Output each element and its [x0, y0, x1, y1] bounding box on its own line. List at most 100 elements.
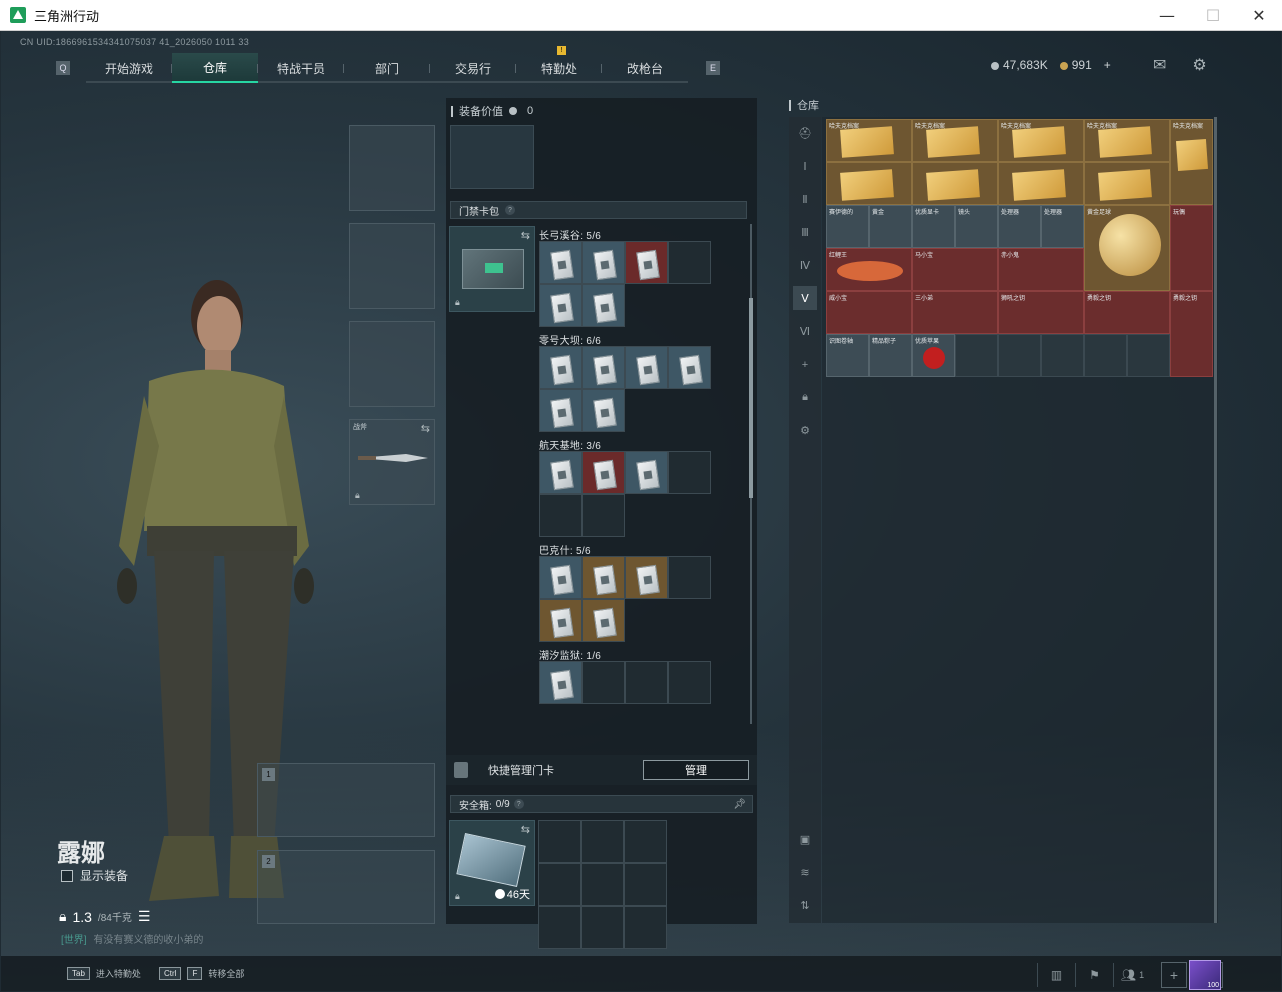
- safebox-cell[interactable]: [538, 906, 581, 949]
- keycard-slot[interactable]: [539, 346, 582, 389]
- helmet-slot[interactable]: [349, 125, 435, 211]
- safebox-slot[interactable]: ⇆ 🔒︎ 46天: [449, 820, 535, 906]
- stash-item[interactable]: [826, 162, 912, 205]
- keycard-slot[interactable]: [582, 284, 625, 327]
- close-button[interactable]: ✕: [1236, 0, 1282, 30]
- keycard-slot[interactable]: [539, 451, 582, 494]
- player-avatar[interactable]: 100: [1189, 960, 1221, 990]
- tab-trading[interactable]: 交易行: [430, 53, 516, 83]
- pin-icon[interactable]: 📌︎: [733, 799, 746, 810]
- nav-prev-key-icon[interactable]: Q: [56, 61, 70, 75]
- loadout-scroll-thumb[interactable]: [749, 298, 753, 498]
- safebox-cell[interactable]: [581, 863, 624, 906]
- minimize-button[interactable]: —: [1144, 0, 1190, 30]
- stash-tab-4-icon[interactable]: Ⅳ: [793, 253, 817, 277]
- keycard-slot[interactable]: [582, 599, 625, 642]
- stash-item[interactable]: 哈夫克档案: [826, 119, 912, 162]
- keycard-slot[interactable]: [625, 241, 668, 284]
- keycard-slot[interactable]: [625, 556, 668, 599]
- stash-item[interactable]: 处理器: [998, 205, 1041, 248]
- stash-tab-2-icon[interactable]: Ⅱ: [793, 187, 817, 211]
- tab-start-game[interactable]: 开始游戏: [86, 53, 172, 83]
- stash-item[interactable]: 哈夫克档案: [912, 119, 998, 162]
- keycard-slot[interactable]: [539, 284, 582, 327]
- stash-cell-empty[interactable]: [1127, 334, 1170, 377]
- stash-item[interactable]: 哈夫克档案: [998, 119, 1084, 162]
- stash-item[interactable]: [998, 162, 1084, 205]
- keycard-slot-empty[interactable]: [539, 494, 582, 537]
- primary-weapon-slot-1[interactable]: 1: [257, 763, 435, 837]
- stash-item[interactable]: 哈夫克档案: [1170, 119, 1213, 205]
- keycard-slot-empty[interactable]: [668, 661, 711, 704]
- safebox-cell[interactable]: [624, 906, 667, 949]
- primary-weapon-slot-2[interactable]: 2: [257, 850, 435, 924]
- keycard-slot[interactable]: [625, 346, 668, 389]
- stash-item[interactable]: 哈夫克档案: [1084, 119, 1170, 162]
- keycard-slot[interactable]: [582, 241, 625, 284]
- keycard-slot[interactable]: [539, 599, 582, 642]
- add-currency-button[interactable]: +: [1104, 58, 1111, 72]
- stash-item[interactable]: 三小弟: [912, 291, 998, 334]
- stash-item[interactable]: 威小宝: [826, 291, 912, 334]
- stash-tab-helmet-icon[interactable]: ⛑: [793, 121, 817, 145]
- help-icon[interactable]: ?: [513, 799, 524, 809]
- stash-item[interactable]: 镜头: [955, 205, 998, 248]
- keycard-slot-empty[interactable]: [582, 494, 625, 537]
- stash-item[interactable]: 赛伊德的: [826, 205, 869, 248]
- layers-icon[interactable]: ≋: [793, 860, 817, 884]
- safebox-cell[interactable]: [581, 820, 624, 863]
- melee-slot[interactable]: 战斧 ⇆ 🔒︎: [349, 419, 435, 505]
- safebox-cell[interactable]: [538, 820, 581, 863]
- hint-enter-special-ops[interactable]: Tab 进入特勤处: [67, 967, 141, 980]
- keycard-slot[interactable]: [582, 346, 625, 389]
- stash-settings-gear-icon[interactable]: ⚙: [793, 418, 817, 442]
- stash-item[interactable]: 优质苹果: [912, 334, 955, 377]
- stash-cell-empty[interactable]: [998, 334, 1041, 377]
- invite-slot-button[interactable]: +: [1161, 962, 1187, 988]
- swap-icon[interactable]: ⇆: [521, 823, 530, 836]
- stash-item[interactable]: 黄金: [869, 205, 912, 248]
- stash-item-gold-football[interactable]: 黄金足球: [1084, 205, 1170, 291]
- safebox-cell[interactable]: [624, 820, 667, 863]
- add-stash-tab-icon[interactable]: +: [793, 353, 817, 377]
- stash-cell-empty[interactable]: [1041, 334, 1084, 377]
- keycard-slot[interactable]: [668, 346, 711, 389]
- safebox-cell[interactable]: [538, 863, 581, 906]
- armor-slot[interactable]: [349, 223, 435, 309]
- mail-icon[interactable]: ✉: [1153, 55, 1166, 75]
- stash-item[interactable]: 赤小鬼: [998, 248, 1084, 291]
- keycard-slot-empty[interactable]: [582, 661, 625, 704]
- tab-gunsmith[interactable]: 改枪台: [602, 53, 688, 83]
- stash-item[interactable]: 玩偶: [1170, 205, 1213, 291]
- tab-operators[interactable]: 特战干员: [258, 53, 344, 83]
- show-equipment-checkbox[interactable]: [61, 869, 73, 882]
- stash-item[interactable]: 处理器: [1041, 205, 1084, 248]
- keycard-slot-empty[interactable]: [668, 241, 711, 284]
- stash-tab-3-icon[interactable]: Ⅲ: [793, 220, 817, 244]
- hint-transfer-all[interactable]: Ctrl F 转移全部: [159, 967, 244, 980]
- help-icon[interactable]: ?: [505, 205, 515, 215]
- keycard-slot[interactable]: [582, 451, 625, 494]
- weight-detail-icon[interactable]: ☰: [138, 908, 151, 925]
- keycard-slot[interactable]: [539, 556, 582, 599]
- stats-chart-icon[interactable]: ▥: [1037, 963, 1075, 987]
- settings-gear-icon[interactable]: ⚙: [1192, 55, 1206, 75]
- keycard-slot-empty[interactable]: [668, 451, 711, 494]
- stash-item[interactable]: 马小宝: [912, 248, 998, 291]
- stash-item[interactable]: 红鲤王: [826, 248, 912, 291]
- flag-icon[interactable]: ⚑: [1075, 963, 1113, 987]
- stash-item[interactable]: 识图卷轴: [826, 334, 869, 377]
- stash-item[interactable]: 狮吼之钥: [998, 291, 1084, 334]
- friends-icon[interactable]: 👥︎ 1: [1113, 963, 1151, 987]
- stash-tab-1-icon[interactable]: Ⅰ: [793, 154, 817, 178]
- keycard-slot[interactable]: [539, 241, 582, 284]
- keycard-slot[interactable]: [539, 389, 582, 432]
- stash-item[interactable]: 优质显卡: [912, 205, 955, 248]
- nav-next-key-icon[interactable]: E: [706, 61, 720, 75]
- stash-item[interactable]: 勇毅之钥: [1170, 291, 1213, 377]
- pistol-slot[interactable]: [349, 321, 435, 407]
- keycard-slot[interactable]: [582, 389, 625, 432]
- keycard-slot-empty[interactable]: [625, 661, 668, 704]
- manage-button[interactable]: 管理: [643, 760, 749, 780]
- stash-cell-empty[interactable]: [1084, 334, 1127, 377]
